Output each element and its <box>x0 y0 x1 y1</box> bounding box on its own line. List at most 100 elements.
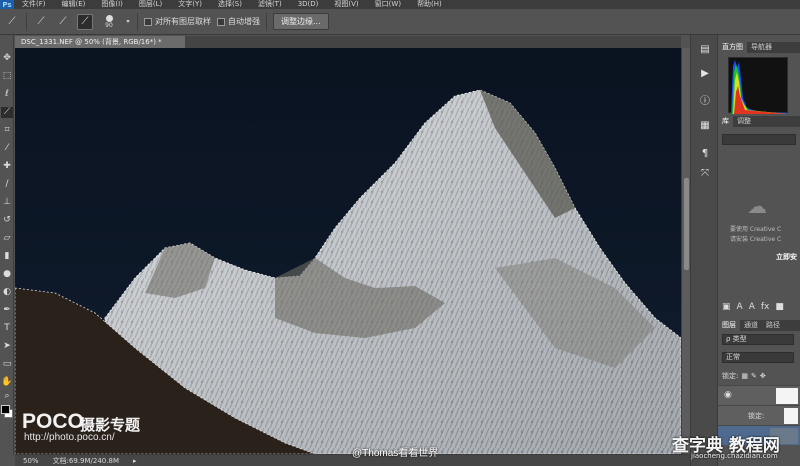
layer-row-copy[interactable]: 锁定: <box>718 405 800 425</box>
blur-tool-icon[interactable]: ● <box>1 269 13 280</box>
tab-paths[interactable]: 路径 <box>762 320 784 331</box>
tab-libraries[interactable]: 库 <box>718 116 733 127</box>
menu-layer[interactable]: 图层(L) <box>131 0 170 9</box>
brush-tool-icon[interactable]: ∕ <box>1 179 13 190</box>
menu-image[interactable]: 图像(I) <box>93 0 131 9</box>
menu-window[interactable]: 窗口(W) <box>367 0 409 9</box>
chevron-down-icon[interactable]: ▾ <box>125 14 131 30</box>
layer-thumbnail <box>776 388 798 404</box>
paragraph-icon[interactable]: ¶ <box>698 147 712 161</box>
menu-bar: Ps 文件(F) 编辑(E) 图像(I) 图层(L) 文字(Y) 选择(S) 滤… <box>0 0 800 9</box>
library-dropdown[interactable] <box>722 134 796 145</box>
crop-tool-icon[interactable]: ⌗ <box>1 125 13 136</box>
lasso-tool-icon[interactable]: ℓ <box>1 89 13 100</box>
document-tab[interactable]: DSC_1331.NEF @ 50% (背景, RGB/16*) * <box>15 36 185 48</box>
tool-presets-icon[interactable]: ⤧ <box>698 167 712 181</box>
tools-panel: ✥ ⬚ ℓ ⟋ ⌗ ⁄ ✚ ∕ ⊥ ↺ ▱ ▮ ● ◐ ✒ T ➤ ▭ ✋ ⌕ <box>0 35 14 455</box>
zoom-level[interactable]: 50% <box>23 457 39 465</box>
foreground-color-swatch[interactable] <box>1 405 10 414</box>
menu-view[interactable]: 视图(V) <box>326 0 366 9</box>
checkbox-box[interactable] <box>217 17 225 26</box>
move-tool-icon[interactable]: ✥ <box>1 53 13 64</box>
menu-filter[interactable]: 滤镜(T) <box>250 0 290 9</box>
auto-enhance-checkbox[interactable]: 自动增强 <box>217 16 260 27</box>
tab-adjustments[interactable]: 调整 <box>733 116 755 127</box>
graphic-icon[interactable]: ■ <box>775 302 784 312</box>
history-brush-tool-icon[interactable]: ↺ <box>1 215 13 226</box>
pen-tool-icon[interactable]: ✒ <box>1 305 13 316</box>
character-style-icon[interactable]: A <box>737 302 743 312</box>
lock-row: 锁定: ▦ ✎ ✥ <box>722 370 766 381</box>
add-to-selection-brush-icon[interactable]: ⟋ <box>55 14 71 30</box>
scrollbar-thumb[interactable] <box>684 178 689 270</box>
brush-panel-icon[interactable]: ▦ <box>698 119 712 133</box>
options-bar: ⟋ ⟋ ⟋ ⟋ 90 ▾ 对所有图层取样 自动增强 调整边缘... <box>0 9 800 35</box>
lock-pixels-icon[interactable]: ▦ <box>741 372 748 380</box>
layer-filter-select[interactable]: ρ 类型 <box>722 334 794 345</box>
brush-tip-icon <box>105 14 113 22</box>
zoom-tool-icon[interactable]: ⌕ <box>1 391 13 402</box>
eraser-tool-icon[interactable]: ▱ <box>1 233 13 244</box>
libraries-panel: 库 调整 ☁ 要使用 Creative C 请安装 Creative C 立即安 <box>718 116 800 294</box>
quick-selection-tool-icon[interactable]: ⟋ <box>1 107 13 118</box>
layer-filter-row: ρ 类型 <box>722 334 794 345</box>
quick-selection-preset-icon[interactable]: ⟋ <box>4 14 20 30</box>
fx-icon[interactable]: fx <box>761 302 770 312</box>
document-canvas[interactable] <box>15 48 681 454</box>
auto-enhance-label: 自动增强 <box>228 17 260 26</box>
clone-stamp-tool-icon[interactable]: ⊥ <box>1 197 13 208</box>
layer-lock-label: 锁定: <box>748 412 765 420</box>
mountain-photo <box>15 48 681 454</box>
menu-3d[interactable]: 3D(D) <box>290 0 327 9</box>
info-icon[interactable]: ⓘ <box>698 95 712 109</box>
site-url-watermark: jiaocheng.chazidian.com <box>691 452 778 460</box>
type-tool-icon[interactable]: T <box>1 323 13 334</box>
brush-size-value: 90 <box>105 21 113 29</box>
tab-bar-empty <box>185 36 681 48</box>
menu-select[interactable]: 选择(S) <box>210 0 250 9</box>
eyedropper-tool-icon[interactable]: ⁄ <box>1 143 13 154</box>
history-icon[interactable]: ▤ <box>698 43 712 57</box>
tab-histogram[interactable]: 直方图 <box>718 42 747 53</box>
options-divider <box>26 12 27 31</box>
cc-install-button[interactable]: 立即安 <box>776 252 797 262</box>
actions-play-icon[interactable]: ▶ <box>698 67 712 81</box>
collapsed-panel-strip: ▤ ▶ ⓘ ▦ ¶ ⤧ <box>690 35 718 466</box>
vertical-scrollbar[interactable] <box>681 48 690 454</box>
rectangle-tool-icon[interactable]: ▭ <box>1 359 13 370</box>
menu-help[interactable]: 帮助(H) <box>409 0 450 9</box>
menu-type[interactable]: 文字(Y) <box>170 0 210 9</box>
status-arrow-icon[interactable]: ▸ <box>133 457 137 465</box>
layer-style-icon[interactable]: A <box>749 302 755 312</box>
options-divider <box>266 12 267 31</box>
refine-edge-button[interactable]: 调整边缘... <box>273 13 329 30</box>
menu-edit[interactable]: 编辑(E) <box>54 0 94 9</box>
poco-logo-text: POCO <box>22 410 84 433</box>
libraries-tabs: 库 调整 <box>718 116 800 127</box>
path-selection-tool-icon[interactable]: ➤ <box>1 341 13 352</box>
hand-tool-icon[interactable]: ✋ <box>1 377 13 388</box>
eye-icon[interactable]: ◉ <box>724 390 732 400</box>
lock-paint-icon[interactable]: ✎ <box>751 372 757 380</box>
lock-move-icon[interactable]: ✥ <box>760 372 766 380</box>
tab-channels[interactable]: 通道 <box>740 320 762 331</box>
menu-file[interactable]: 文件(F) <box>14 0 54 9</box>
marquee-tool-icon[interactable]: ⬚ <box>1 71 13 82</box>
tab-layers[interactable]: 图层 <box>718 320 740 331</box>
gradient-tool-icon[interactable]: ▮ <box>1 251 13 262</box>
brush-size-picker[interactable]: 90 <box>99 12 119 32</box>
checkbox-box[interactable] <box>144 17 152 26</box>
layer-row-background[interactable]: ◉ <box>718 385 800 405</box>
layer-thumbnail <box>784 408 798 424</box>
blend-mode-select[interactable]: 正常 <box>722 352 794 363</box>
new-selection-brush-icon[interactable]: ⟋ <box>33 14 49 30</box>
cc-message-line-1: 要使用 Creative C <box>730 226 782 233</box>
sample-all-layers-checkbox[interactable]: 对所有图层取样 <box>144 16 211 27</box>
dodge-tool-icon[interactable]: ◐ <box>1 287 13 298</box>
subtract-selection-brush-icon[interactable]: ⟋ <box>77 13 93 30</box>
photoshop-logo[interactable]: Ps <box>0 0 14 9</box>
healing-brush-tool-icon[interactable]: ✚ <box>1 161 13 172</box>
lock-label: 锁定: <box>722 371 739 380</box>
library-item-icon[interactable]: ▣ <box>722 302 731 312</box>
tab-navigator[interactable]: 导航器 <box>747 42 776 53</box>
